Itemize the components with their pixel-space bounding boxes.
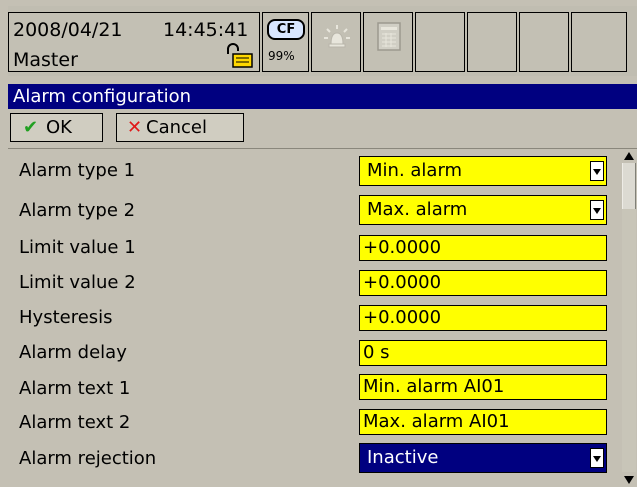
- scroll-up-icon[interactable]: [624, 152, 634, 160]
- status-time: 14:45:41: [163, 19, 249, 41]
- status-bar: 2008/04/21 14:45:41 Master CF 99%: [8, 6, 637, 76]
- chevron-down-icon[interactable]: [590, 448, 604, 468]
- hysteresis-input[interactable]: +0.0000: [359, 305, 607, 331]
- storage-card-icon: CF: [267, 19, 305, 40]
- limit-value-2-label: Limit value 2: [19, 272, 136, 293]
- scrollbar[interactable]: [621, 150, 637, 487]
- scroll-down-icon[interactable]: [624, 476, 634, 484]
- alarm-delay-label: Alarm delay: [19, 342, 127, 363]
- settings-list: Alarm type 1 Min. alarm Alarm type 2 Max…: [0, 150, 620, 487]
- ok-label: OK: [46, 117, 72, 138]
- alarm-rejection-dropdown[interactable]: Inactive: [359, 443, 607, 473]
- device-screen: 2008/04/21 14:45:41 Master CF 99% Alarm …: [0, 0, 637, 487]
- window-title: Alarm configuration: [8, 84, 637, 109]
- storage-panel: CF 99%: [262, 12, 309, 72]
- alarm-text-1-input[interactable]: Min. alarm AI01: [359, 374, 607, 400]
- alarm-rejection-label: Alarm rejection: [19, 448, 157, 469]
- alarm-delay-input[interactable]: 0 s: [359, 340, 607, 366]
- alarm-type-1-value: Min. alarm: [367, 160, 463, 181]
- alarm-text-2-input[interactable]: Max. alarm AI01: [359, 409, 607, 435]
- bell-icon: [321, 22, 353, 54]
- lock-icon: [224, 43, 254, 69]
- ok-button[interactable]: ✔ OK: [10, 113, 103, 142]
- status-date: 2008/04/21: [13, 19, 123, 41]
- cancel-button[interactable]: ✕ Cancel: [116, 113, 244, 142]
- status-slot: [467, 12, 517, 72]
- toolbar: ✔ OK ✕ Cancel: [8, 110, 637, 146]
- toolbar-divider: [8, 148, 637, 149]
- hysteresis-label: Hysteresis: [19, 307, 113, 328]
- limit-value-1-input[interactable]: +0.0000: [359, 235, 607, 261]
- alarm-type-1-dropdown[interactable]: Min. alarm: [359, 156, 607, 186]
- chevron-down-icon[interactable]: [590, 200, 604, 220]
- scroll-track[interactable]: [622, 209, 636, 472]
- status-user: Master: [13, 49, 78, 71]
- storage-percent: 99%: [268, 49, 295, 63]
- alarm-type-2-value: Max. alarm: [367, 199, 468, 220]
- alarm-type-2-label: Alarm type 2: [19, 200, 136, 221]
- scroll-thumb[interactable]: [622, 163, 636, 209]
- document-icon: [377, 22, 402, 51]
- alarm-type-1-label: Alarm type 1: [19, 160, 136, 181]
- document-panel: [363, 12, 413, 72]
- close-icon: ✕: [127, 117, 143, 138]
- status-slot: [571, 12, 627, 72]
- limit-value-2-input[interactable]: +0.0000: [359, 270, 607, 296]
- alarm-status-panel: [311, 12, 361, 72]
- status-slot: [415, 12, 465, 72]
- cancel-label: Cancel: [146, 117, 207, 138]
- datetime-panel: 2008/04/21 14:45:41 Master: [8, 12, 260, 72]
- alarm-type-2-dropdown[interactable]: Max. alarm: [359, 195, 607, 225]
- chevron-down-icon[interactable]: [590, 161, 604, 181]
- status-slot: [519, 12, 569, 72]
- limit-value-1-label: Limit value 1: [19, 237, 136, 258]
- alarm-text-1-label: Alarm text 1: [19, 378, 131, 399]
- alarm-rejection-value: Inactive: [367, 447, 439, 468]
- alarm-text-2-label: Alarm text 2: [19, 412, 131, 433]
- checkmark-icon: ✔: [23, 117, 39, 138]
